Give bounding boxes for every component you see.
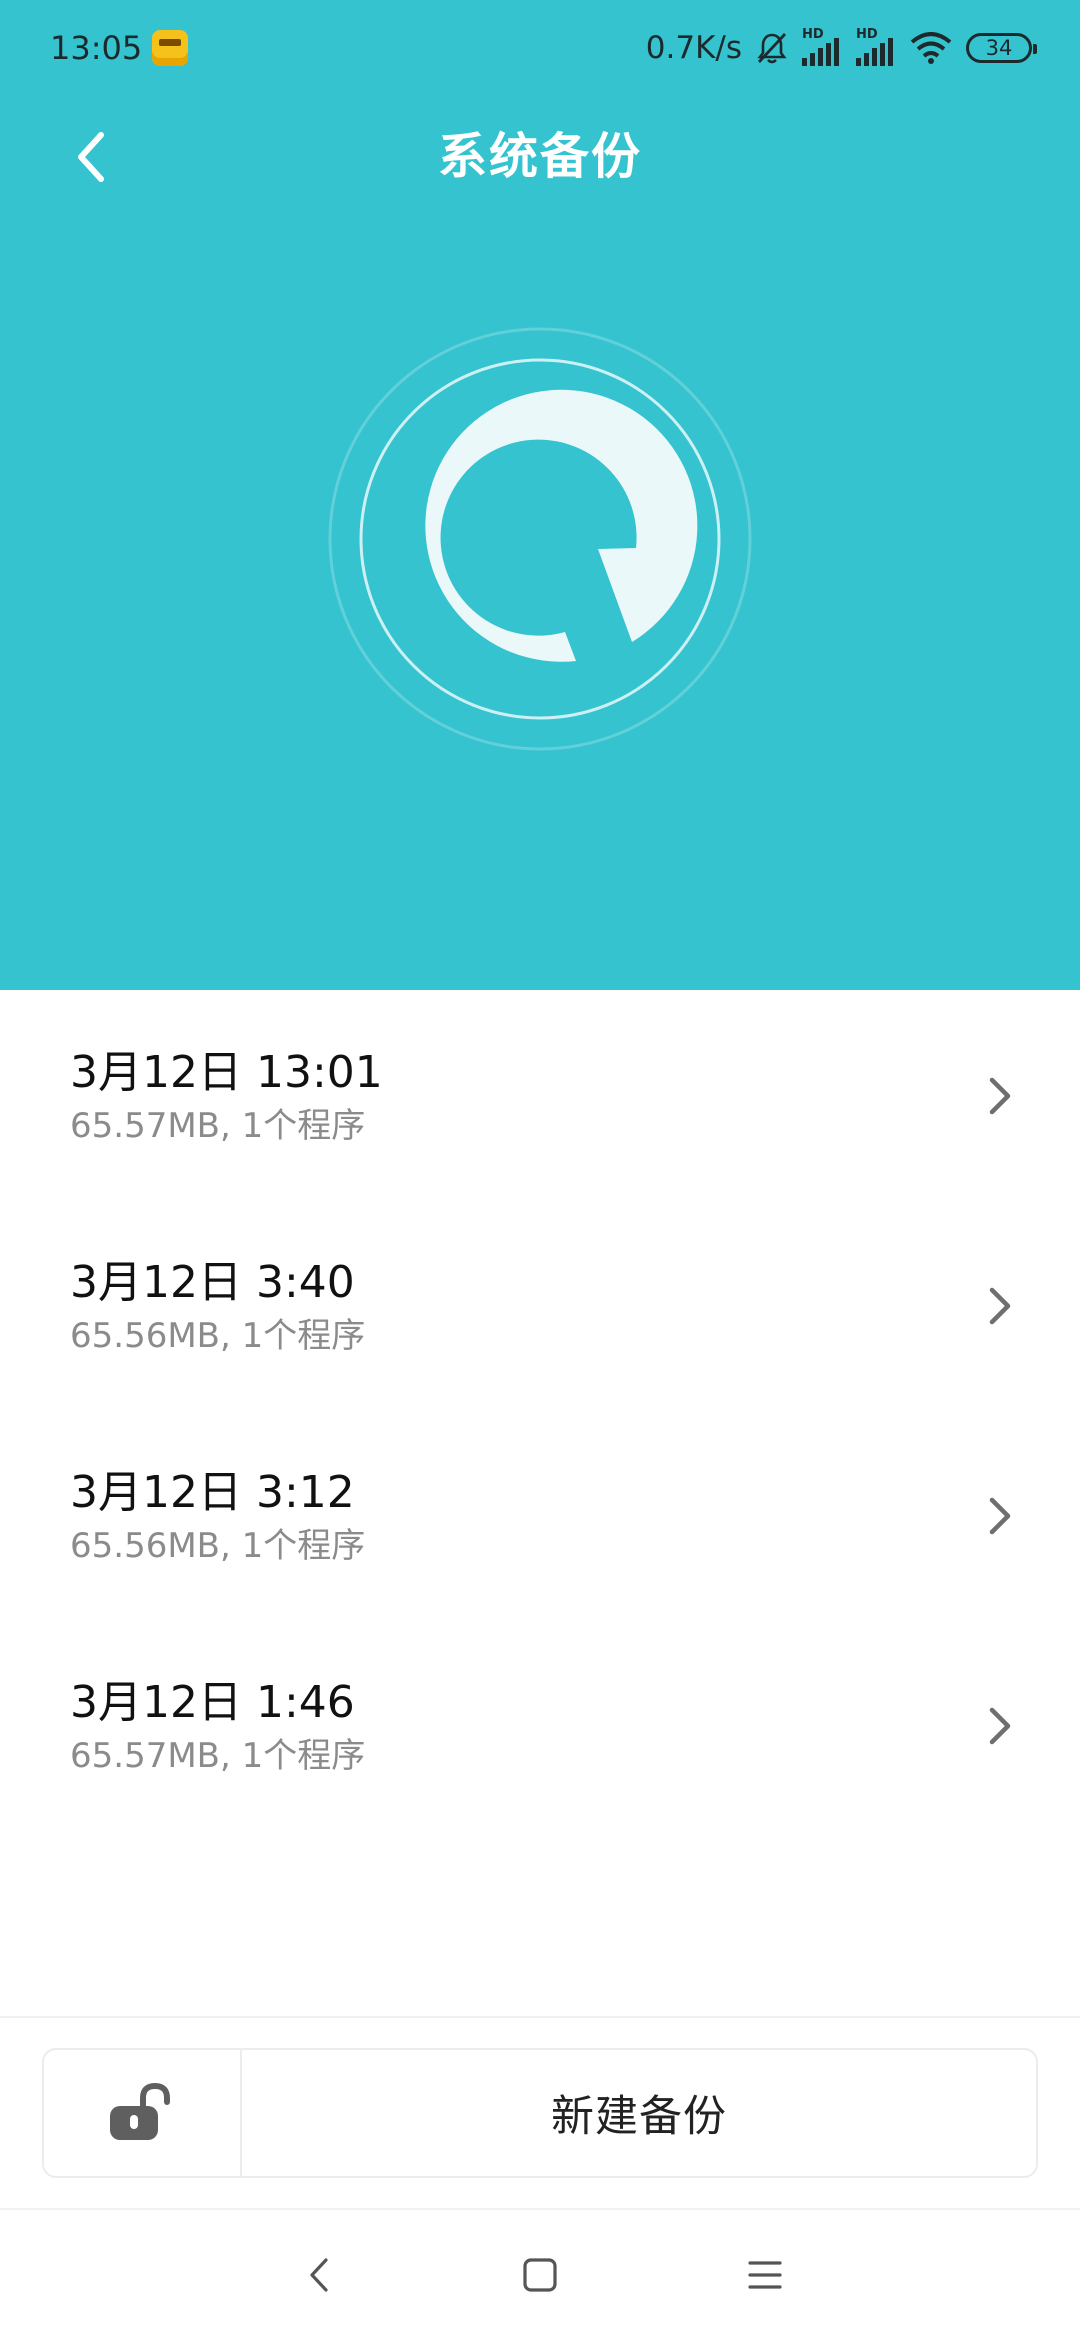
- nav-menu-button[interactable]: [735, 2245, 795, 2305]
- backup-list-item[interactable]: 3月12日 1:46 65.57MB, 1个程序: [0, 1620, 1080, 1830]
- backup-details: 65.57MB, 1个程序: [70, 1106, 366, 1146]
- wifi-icon: [910, 32, 952, 64]
- new-backup-button[interactable]: 新建备份: [242, 2050, 1036, 2176]
- encrypt-backup-button[interactable]: [44, 2050, 242, 2176]
- backup-logo-icon: [326, 325, 754, 753]
- nav-home-icon: [523, 2258, 557, 2292]
- nav-back-button[interactable]: [289, 2245, 349, 2305]
- unlock-icon: [110, 2082, 170, 2140]
- backup-date: 3月12日 13:01: [70, 1047, 383, 1098]
- battery-level: 34: [985, 36, 1013, 60]
- backup-list-item[interactable]: 3月12日 3:12 65.56MB, 1个程序: [0, 1410, 1080, 1620]
- nav-back-icon: [310, 2258, 328, 2292]
- status-indicators: 0.7K/s HD HD 34: [645, 28, 1037, 68]
- chevron-right-icon: [982, 1698, 1018, 1754]
- backup-details: 65.56MB, 1个程序: [70, 1526, 366, 1566]
- status-time: 13:05: [50, 29, 143, 67]
- backup-list: 3月12日 13:01 65.57MB, 1个程序 3月12日 3:40 65.…: [0, 990, 1080, 1830]
- chevron-right-icon: [982, 1488, 1018, 1544]
- backup-list-item[interactable]: 3月12日 3:40 65.56MB, 1个程序: [0, 1200, 1080, 1410]
- nav-home-button[interactable]: [510, 2245, 570, 2305]
- backup-details: 65.57MB, 1个程序: [70, 1736, 366, 1776]
- mute-bell-icon: [757, 33, 787, 64]
- system-nav-bar: [0, 2210, 1080, 2340]
- network-speed: 0.7K/s: [645, 30, 742, 66]
- signal-icon: HD: [856, 28, 896, 66]
- backup-date: 3月12日 3:40: [70, 1257, 355, 1308]
- backup-date: 3月12日 3:12: [70, 1467, 355, 1518]
- chevron-right-icon: [982, 1278, 1018, 1334]
- chevron-right-icon: [982, 1068, 1018, 1124]
- nav-menu-icon: [748, 2261, 782, 2289]
- app-notification-icon: [152, 30, 188, 66]
- divider: [0, 2016, 1080, 2018]
- status-bar: 13:05 0.7K/s HD HD 34: [0, 0, 1080, 98]
- backup-details: 65.56MB, 1个程序: [70, 1316, 366, 1356]
- action-bar: 新建备份: [42, 2048, 1038, 2178]
- signal-icon: HD: [802, 28, 842, 66]
- page-title: 系统备份: [437, 128, 642, 185]
- header-banner: 13:05 0.7K/s HD HD 34 系统备份: [0, 0, 1080, 990]
- battery-icon: 34: [966, 33, 1037, 63]
- backup-list-item[interactable]: 3月12日 13:01 65.57MB, 1个程序: [0, 990, 1080, 1200]
- backup-date: 3月12日 1:46: [70, 1677, 355, 1728]
